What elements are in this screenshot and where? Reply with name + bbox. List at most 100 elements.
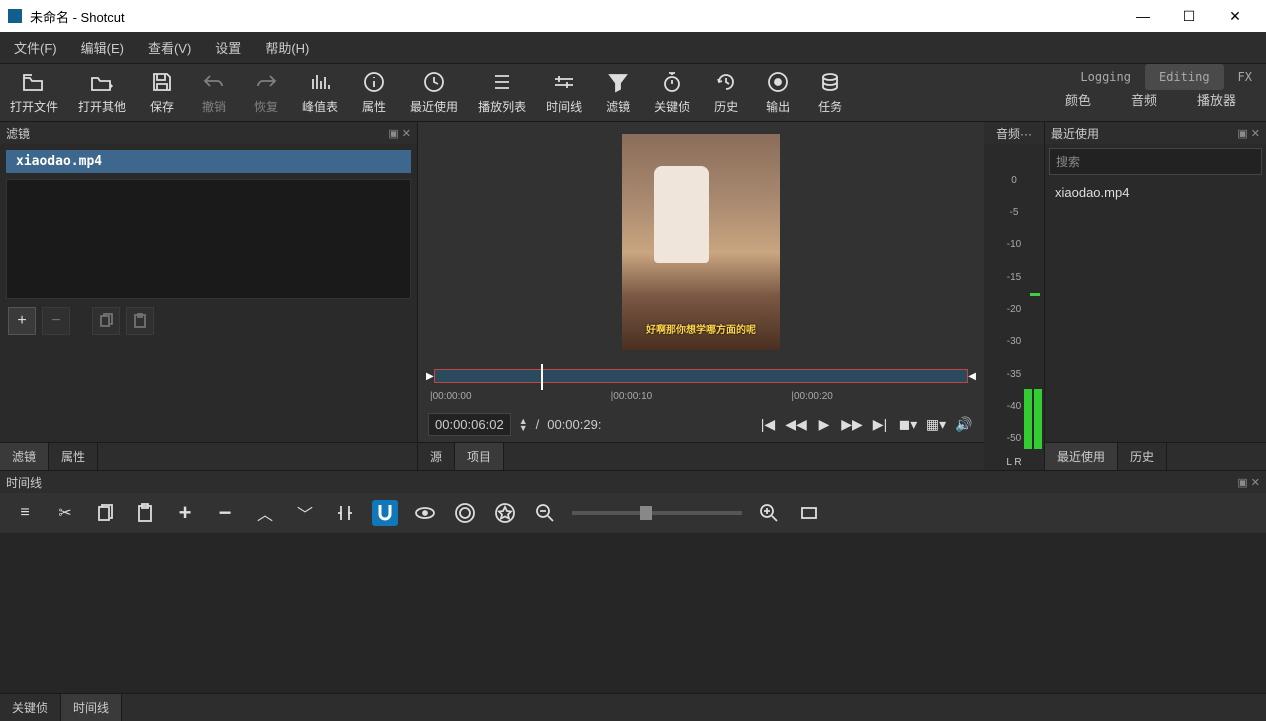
timeline-panel: 时间线 ▣ ✕ ≡ ✂ + − ︿ ﹀ (0, 470, 1266, 693)
cut-icon[interactable]: ✂ (52, 500, 78, 526)
open-file-button[interactable]: 打开文件 (0, 64, 68, 121)
zoom-slider[interactable] (572, 511, 742, 515)
lift-icon[interactable]: ︿ (252, 500, 278, 526)
zoom-fit-icon[interactable]: ◼▾ (898, 415, 918, 435)
timecode-total: 00:00:29: (547, 417, 601, 432)
filter-preview-area (6, 179, 411, 299)
player-scrubber[interactable]: ▶ ◀ (418, 361, 984, 391)
db-scale: 0 -5 -10 -15 -20 -30 -35 -40 -50 (984, 144, 1044, 455)
zoom-in-icon[interactable] (756, 500, 782, 526)
split-icon[interactable] (332, 500, 358, 526)
filter-clip-name[interactable]: xiaodao.mp4 (6, 150, 411, 173)
timeline-button[interactable]: 时间线 (536, 64, 592, 121)
playlist-button[interactable]: 播放列表 (468, 64, 536, 121)
ruler: |00:00:00 |00:00:10 |00:00:20 (418, 391, 984, 407)
menu-file[interactable]: 文件(F) (8, 35, 63, 60)
grid-icon[interactable]: ▦▾ (926, 415, 946, 435)
skip-end-icon[interactable]: ▶| (870, 415, 890, 435)
filters-panel-close[interactable]: ▣ ✕ (388, 127, 411, 140)
bottom-tab-keyframes[interactable]: 关键侦 (0, 694, 61, 721)
recent-search-input[interactable]: 搜索 (1049, 148, 1262, 175)
forward-icon[interactable]: ▶▶ (842, 415, 862, 435)
filters-button[interactable]: 滤镜 (592, 64, 644, 121)
add-filter-button[interactable]: + (8, 307, 36, 335)
timeline-icon (552, 70, 576, 94)
transport-bar: 00:00:06:02 ▲▼ / 00:00:29: |◀ ◀◀ ▶ ▶▶ ▶|… (418, 407, 984, 442)
undo-button[interactable]: 撤销 (188, 64, 240, 121)
window-titlebar: 未命名 - Shotcut — ☐ ✕ (0, 0, 1266, 32)
mode-logging[interactable]: Logging (1066, 64, 1145, 90)
out-point-icon[interactable]: ◀ (968, 371, 976, 382)
remove-filter-button[interactable]: − (42, 307, 70, 335)
copy-filter-button[interactable] (92, 307, 120, 335)
tab-recent[interactable]: 最近使用 (1045, 443, 1118, 470)
paste-icon[interactable] (132, 500, 158, 526)
timecode-stepper-icon[interactable]: ▲▼ (519, 418, 528, 432)
history-button[interactable]: 历史 (700, 64, 752, 121)
tab-history[interactable]: 历史 (1118, 443, 1167, 470)
video-preview[interactable]: 好啊那你想学哪方面的呢 (418, 122, 984, 361)
keyframes-button[interactable]: 关键侦 (644, 64, 700, 121)
maximize-button[interactable]: ☐ (1166, 0, 1212, 32)
tab-project[interactable]: 项目 (455, 443, 504, 470)
scrub-preview-icon[interactable] (412, 500, 438, 526)
remove-icon[interactable]: − (212, 500, 238, 526)
save-icon (150, 70, 174, 94)
tab-properties[interactable]: 属性 (49, 443, 98, 470)
copy-icon[interactable] (92, 500, 118, 526)
bottom-tab-timeline[interactable]: 时间线 (61, 694, 122, 721)
ripple-all-icon[interactable] (492, 500, 518, 526)
rewind-icon[interactable]: ◀◀ (786, 415, 806, 435)
mode-player[interactable]: 播放器 (1197, 90, 1236, 109)
jobs-button[interactable]: 任务 (804, 64, 856, 121)
menu-settings[interactable]: 设置 (209, 35, 247, 60)
bottom-tabs: 关键侦 时间线 (0, 693, 1266, 721)
snap-icon[interactable] (372, 500, 398, 526)
recent-item[interactable]: xiaodao.mp4 (1045, 179, 1266, 206)
recent-button[interactable]: 最近使用 (400, 64, 468, 121)
mode-audio[interactable]: 音频 (1131, 90, 1157, 109)
overwrite-icon[interactable]: ﹀ (292, 500, 318, 526)
close-button[interactable]: ✕ (1212, 0, 1258, 32)
timeline-title: 时间线 (6, 474, 42, 491)
clock-icon (422, 70, 446, 94)
open-other-button[interactable]: 打开其他 (68, 64, 136, 121)
tab-filters[interactable]: 滤镜 (0, 443, 49, 470)
meter-left (1024, 389, 1032, 449)
mode-color[interactable]: 颜色 (1065, 90, 1091, 109)
paste-filter-button[interactable] (126, 307, 154, 335)
play-icon[interactable]: ▶ (814, 415, 834, 435)
info-icon (362, 70, 386, 94)
export-button[interactable]: 输出 (752, 64, 804, 121)
zoom-fit-timeline-icon[interactable] (796, 500, 822, 526)
ripple-icon[interactable] (452, 500, 478, 526)
peak-meter-button[interactable]: 峰值表 (292, 64, 348, 121)
mode-fx[interactable]: FX (1224, 64, 1266, 90)
append-icon[interactable]: + (172, 500, 198, 526)
recent-panel-title: 最近使用 (1051, 125, 1099, 142)
menu-bar: 文件(F) 编辑(E) 查看(V) 设置 帮助(H) (0, 32, 1266, 64)
menu-help[interactable]: 帮助(H) (259, 35, 315, 60)
volume-icon[interactable]: 🔊 (954, 415, 974, 435)
filters-panel-title: 滤镜 (6, 125, 30, 142)
playhead[interactable] (541, 364, 543, 390)
timeline-canvas[interactable] (0, 533, 1266, 693)
save-button[interactable]: 保存 (136, 64, 188, 121)
properties-button[interactable]: 属性 (348, 64, 400, 121)
menu-edit[interactable]: 编辑(E) (75, 35, 130, 60)
tab-source[interactable]: 源 (418, 443, 455, 470)
recent-panel-close[interactable]: ▣ ✕ (1237, 127, 1260, 140)
redo-button[interactable]: 恢复 (240, 64, 292, 121)
skip-start-icon[interactable]: |◀ (758, 415, 778, 435)
video-subtitle: 好啊那你想学哪方面的呢 (646, 321, 756, 336)
mode-editing[interactable]: Editing (1145, 64, 1224, 90)
minimize-button[interactable]: — (1120, 0, 1166, 32)
hamburger-menu-icon[interactable]: ≡ (12, 500, 38, 526)
timeline-close[interactable]: ▣ ✕ (1237, 476, 1260, 489)
audio-panel-title: 音频··· (996, 125, 1032, 142)
menu-view[interactable]: 查看(V) (142, 35, 197, 60)
zoom-out-icon[interactable] (532, 500, 558, 526)
equalizer-icon (308, 70, 332, 94)
in-point-icon[interactable]: ▶ (426, 371, 434, 382)
timecode-current[interactable]: 00:00:06:02 (428, 413, 511, 436)
